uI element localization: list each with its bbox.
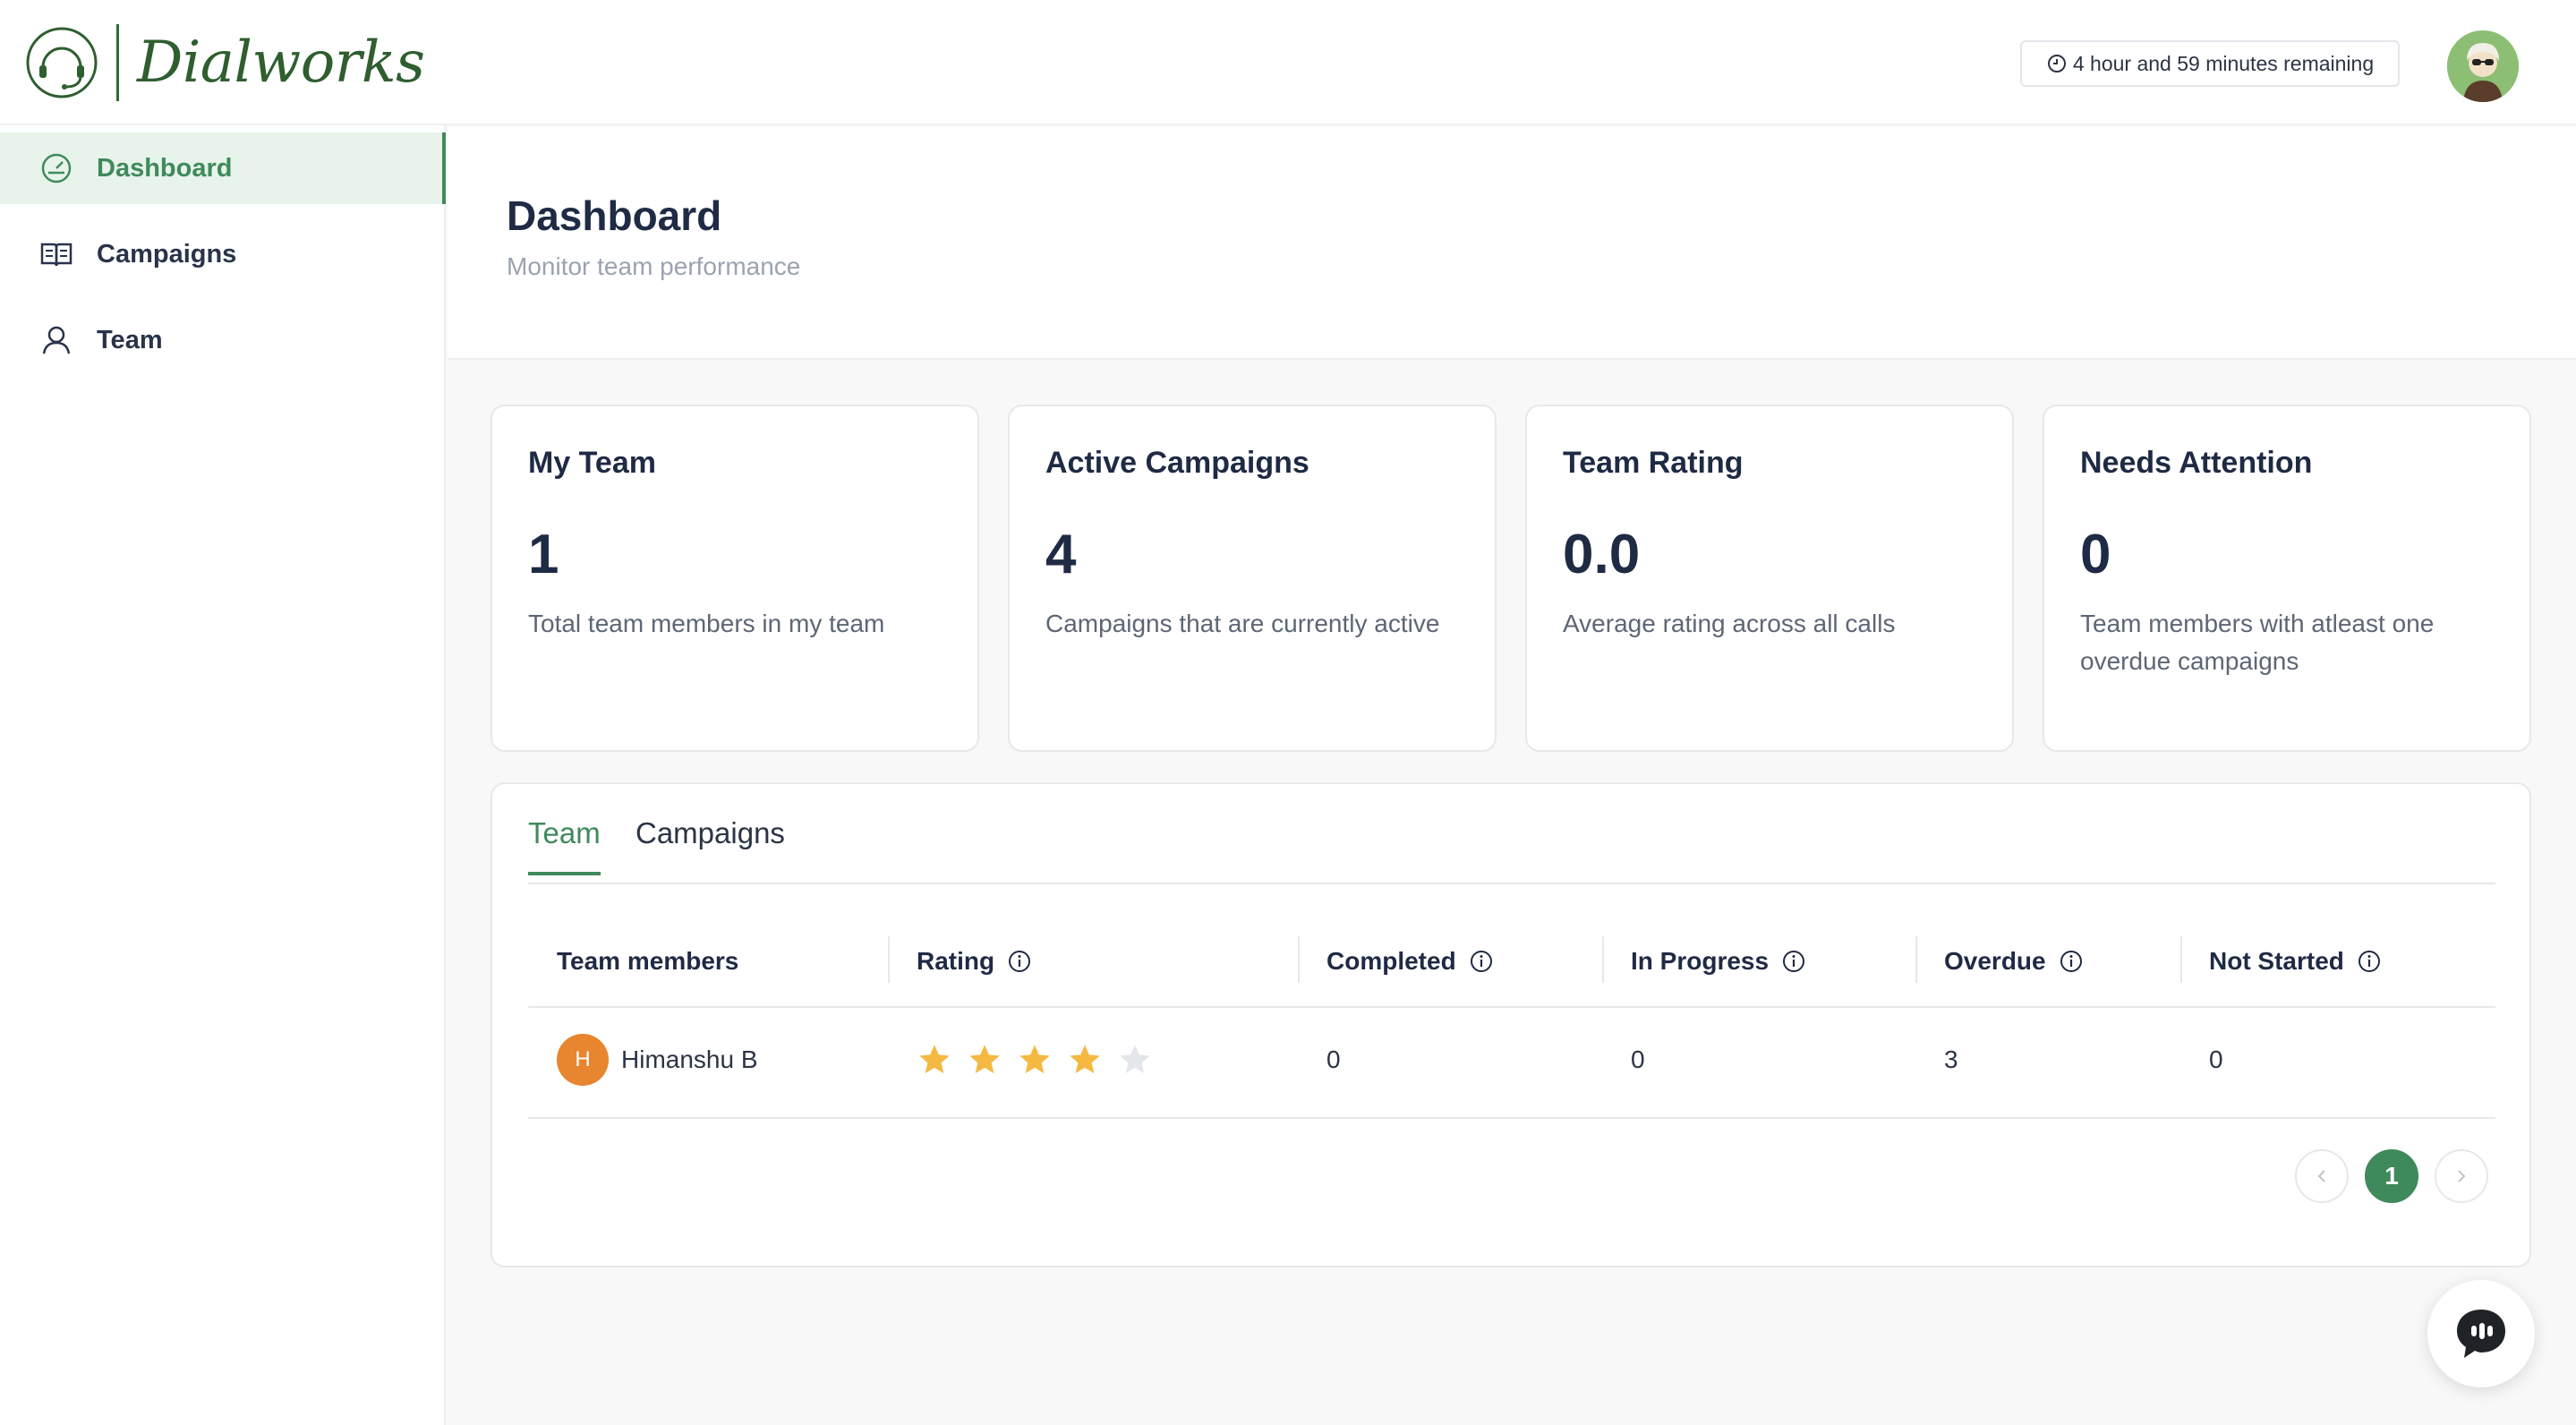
user-avatar[interactable] [2447,30,2519,102]
next-page-button[interactable] [2435,1149,2488,1203]
card-value: 4 [1045,524,1077,585]
column-header-label: Team members [557,947,739,975]
prev-page-button[interactable] [2295,1149,2349,1203]
column-header-label: Rating [917,947,995,975]
tab-bar: Team Campaigns [528,784,2495,884]
column-header-label: In Progress [1631,947,1770,975]
star-filled-icon [919,1045,950,1073]
card-title: Active Campaigns [1045,446,1309,480]
table-cell-overdue: 3 [1944,1045,1958,1073]
column-header-overdue: Overdue [1944,945,2084,977]
avatar-illustration-icon [2447,30,2519,102]
card-value: 0 [2080,524,2111,585]
team-table-panel: Team Campaigns Team members Rating Compl… [490,782,2531,1267]
column-separator [2180,936,2182,983]
member-avatar: H [557,1034,609,1086]
stat-card-needs-attention: Needs Attention 0 Team members with atle… [2043,405,2531,752]
page-title: Dashboard [507,192,722,239]
info-icon[interactable] [1007,949,1032,974]
column-separator [888,936,890,983]
page-subtitle: Monitor team performance [507,252,801,280]
info-icon[interactable] [2357,949,2382,974]
stat-card-active-campaigns: Active Campaigns 4 Campaigns that are cu… [1008,405,1497,752]
star-filled-icon [1070,1045,1100,1073]
table-cell-in-progress: 0 [1631,1045,1645,1073]
table-cell-member[interactable]: H Himanshu B [557,1034,758,1086]
page-number-button[interactable]: 1 [2365,1149,2418,1203]
sidebar-item-label: Dashboard [97,153,233,183]
info-icon[interactable] [2059,949,2084,974]
top-header: Dialworks 4 hour and 59 minutes remainin… [0,0,2576,125]
tab-campaigns[interactable]: Campaigns [635,816,785,872]
stat-card-team-rating: Team Rating 0.0 Average rating across al… [1525,405,2014,752]
logo-divider [116,24,119,101]
user-icon [42,326,71,354]
table-cell-rating [917,1035,1153,1085]
chevron-left-icon [2317,1170,2325,1182]
column-separator [1298,936,1300,983]
card-value: 1 [528,524,559,585]
timer-text: 4 hour and 59 minutes remaining [2072,51,2375,75]
tab-team[interactable]: Team [528,816,601,875]
star-filled-icon [1019,1045,1050,1073]
sidebar-item-label: Campaigns [97,239,237,269]
row-divider [528,1117,2495,1119]
chat-widget-button[interactable] [2427,1280,2535,1387]
card-value: 0.0 [1563,524,1641,585]
member-name: Himanshu B [621,1045,758,1073]
column-header-team-members: Team members [557,945,738,977]
column-header-label: Not Started [2209,947,2344,975]
brand-name: Dialworks [137,30,425,96]
column-separator [1602,936,1604,983]
table-cell-completed: 0 [1326,1045,1341,1073]
card-title: Needs Attention [2080,446,2313,480]
brand-logo[interactable]: Dialworks [25,23,425,102]
table-cell-not-started: 0 [2209,1045,2223,1073]
stat-card-my-team: My Team 1 Total team members in my team [490,405,979,752]
sidebar-item-dashboard[interactable]: Dashboard [0,132,446,204]
star-filled-icon [969,1045,1000,1073]
sidebar: Dashboard Campaigns Team [0,125,446,1425]
sidebar-item-campaigns[interactable]: Campaigns [0,218,446,290]
info-icon[interactable] [1781,949,1806,974]
chevron-right-icon [2458,1170,2466,1182]
star-rating [917,1042,1153,1078]
chat-bubble-icon [2457,1310,2505,1358]
clock-icon [2047,55,2066,73]
headset-logo-icon [26,27,98,98]
header-divider [528,1006,2495,1008]
page-header: Dashboard Monitor team performance [448,127,2576,360]
column-header-not-started: Not Started [2209,945,2382,977]
card-description: Average rating across all calls [1563,610,1896,637]
book-icon [40,243,73,267]
sidebar-item-team[interactable]: Team [0,304,446,376]
card-title: My Team [528,446,656,480]
sidebar-item-label: Team [97,325,163,354]
dashboard-gauge-icon [41,153,72,183]
card-description: Team members with atleast one overdue ca… [2080,610,2435,675]
column-separator [1915,936,1917,983]
card-title: Team Rating [1563,446,1744,480]
pagination: 1 [2295,1149,2488,1203]
column-header-in-progress: In Progress [1631,945,1806,977]
star-empty-icon [1120,1045,1150,1073]
column-header-label: Completed [1326,947,1456,975]
column-header-label: Overdue [1944,947,2046,975]
card-description: Campaigns that are currently active [1045,610,1440,637]
column-header-rating: Rating [917,945,1032,977]
info-icon[interactable] [1469,949,1494,974]
column-header-completed: Completed [1326,945,1494,977]
card-description: Total team members in my team [528,610,885,637]
session-timer: 4 hour and 59 minutes remaining [2020,40,2400,87]
